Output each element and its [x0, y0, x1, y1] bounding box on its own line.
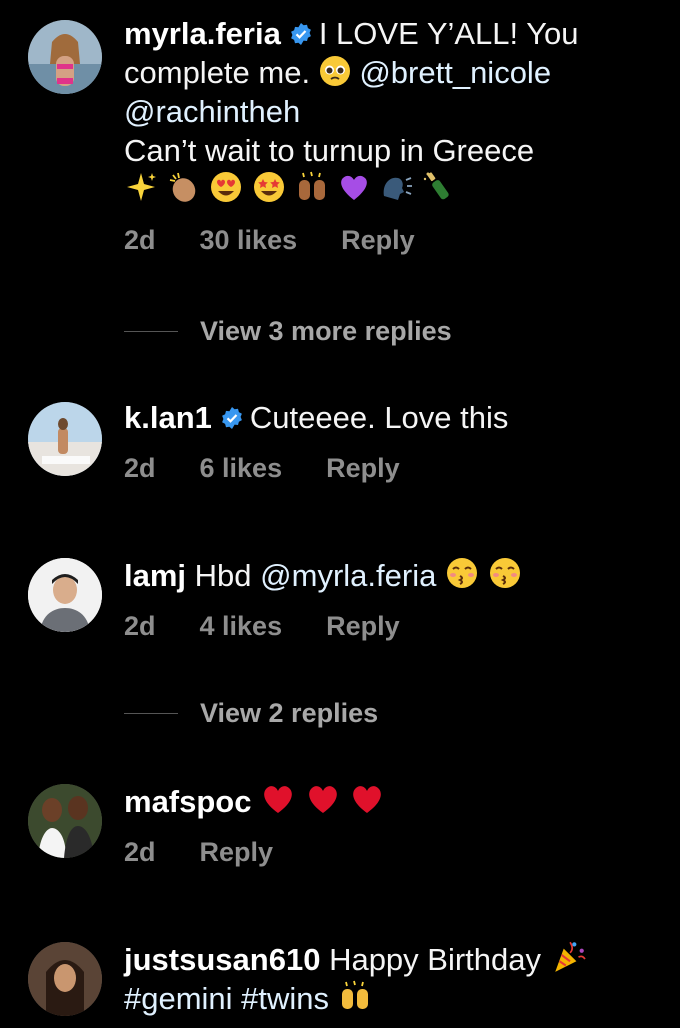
comment-meta: 2d Reply [124, 837, 656, 868]
star-struck-icon [252, 170, 286, 204]
pleading-face-icon [319, 55, 351, 87]
party-popper-icon [550, 938, 588, 974]
red-heart-icon [349, 782, 385, 816]
username[interactable]: justsusan610 [124, 942, 320, 977]
comment-text-content: Cuteeee. Love this [249, 400, 509, 435]
timestamp: 2d [124, 611, 156, 641]
kissing-face-icon [488, 556, 522, 590]
hashtag-links[interactable]: #gemini #twins [124, 981, 329, 1016]
comment-text: justsusan610 Happy Birthday #gemini #twi… [124, 938, 656, 1018]
sparkles-icon [124, 170, 158, 204]
view-more-replies-label: View 2 replies [200, 698, 379, 728]
timestamp: 2d [124, 837, 156, 867]
comment-body: mafspoc 2d Reply [124, 782, 656, 868]
comment-body: justsusan610 Happy Birthday #gemini #twi… [124, 938, 656, 1018]
raising-hands-icon [295, 170, 329, 204]
timestamp: 2d [124, 225, 156, 255]
comment-text-line1: I LOVE Y’ALL! You [318, 16, 579, 51]
comment-text: k.lan1 Cuteeee. Love this [124, 398, 656, 437]
clapping-hands-icon [167, 170, 201, 204]
likes-count[interactable]: 30 likes [200, 225, 298, 256]
comment-body: myrla.feria I LOVE Y’ALL! You complete me… [124, 14, 656, 256]
speaking-head-icon [380, 170, 414, 204]
reply-button[interactable]: Reply [200, 837, 274, 868]
reply-button[interactable]: Reply [341, 225, 415, 256]
username[interactable]: mafspoc [124, 784, 251, 819]
avatar[interactable] [28, 20, 102, 94]
champagne-icon [422, 170, 456, 204]
red-heart-icon [260, 782, 296, 816]
username[interactable]: myrla.feria [124, 16, 281, 51]
mention-link[interactable]: @myrla.feria [260, 558, 436, 593]
comment-text-content: Happy Birthday [329, 942, 542, 977]
comment-text: lamj Hbd @myrla.feria [124, 556, 656, 595]
verified-badge-icon [220, 406, 244, 430]
divider-line [124, 331, 178, 332]
timestamp: 2d [124, 453, 156, 483]
avatar[interactable] [28, 558, 102, 632]
username[interactable]: lamj [124, 558, 186, 593]
avatar[interactable] [28, 942, 102, 1016]
view-more-replies-button[interactable]: View 3 more replies [124, 316, 452, 347]
comment-text-line4: Can’t wait to turnup in Greece [124, 133, 535, 168]
username[interactable]: k.lan1 [124, 400, 212, 435]
reply-button[interactable]: Reply [326, 611, 400, 642]
mention-link[interactable]: @rachintheh [124, 94, 300, 129]
comment-text-content: Hbd [194, 558, 252, 593]
divider-line [124, 713, 178, 714]
likes-count[interactable]: 4 likes [200, 611, 283, 642]
comment-body: k.lan1 Cuteeee. Love this 2d 6 likes Repl… [124, 398, 656, 484]
comment-meta: 2d 4 likes Reply [124, 611, 656, 642]
verified-badge-icon [289, 22, 313, 46]
comment-text: myrla.feria I LOVE Y’ALL! You complete me… [124, 14, 656, 209]
mention-link[interactable]: @brett_nicole [359, 55, 551, 90]
avatar[interactable] [28, 784, 102, 858]
kissing-face-icon [445, 556, 479, 590]
comment-meta: 2d 6 likes Reply [124, 453, 656, 484]
avatar[interactable] [28, 402, 102, 476]
raising-hands-icon [338, 979, 372, 1013]
view-more-replies-label: View 3 more replies [200, 316, 452, 346]
likes-count[interactable]: 6 likes [200, 453, 283, 484]
reply-button[interactable]: Reply [326, 453, 400, 484]
comment-text-line2: complete me. [124, 55, 311, 90]
red-heart-icon [305, 782, 341, 816]
comment-meta: 2d 30 likes Reply [124, 225, 656, 256]
comment-text: mafspoc [124, 782, 656, 821]
purple-heart-icon [337, 170, 371, 204]
view-more-replies-button[interactable]: View 2 replies [124, 698, 378, 729]
heart-eyes-icon [209, 170, 243, 204]
comment-body: lamj Hbd @myrla.feria 2d 4 likes Reply [124, 556, 656, 642]
